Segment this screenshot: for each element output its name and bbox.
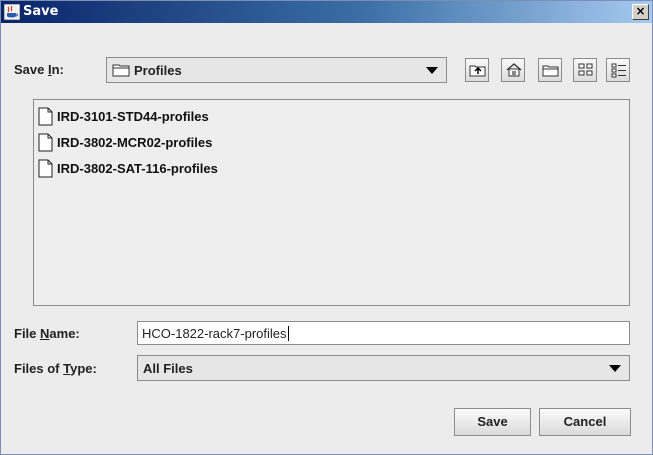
close-button[interactable]: × bbox=[632, 4, 649, 20]
save-button[interactable]: Save bbox=[454, 408, 531, 436]
file-name: IRD-3101-STD44-profiles bbox=[57, 109, 209, 124]
file-type-combo[interactable]: All Files bbox=[137, 355, 630, 381]
file-name-field[interactable]: HCO-1822-rack7-profiles bbox=[137, 321, 630, 345]
details-view-button[interactable] bbox=[606, 58, 630, 82]
text-caret bbox=[287, 326, 289, 341]
list-view-icon bbox=[578, 63, 593, 76]
up-one-level-button[interactable] bbox=[465, 58, 489, 82]
chevron-down-icon bbox=[609, 365, 621, 372]
save-dialog: Save × Save In: Profiles IRD-3101-STD44-… bbox=[0, 0, 653, 455]
file-name: IRD-3802-SAT-116-profiles bbox=[57, 161, 218, 176]
file-name-label: File Name: bbox=[14, 326, 80, 341]
new-folder-button[interactable] bbox=[538, 58, 562, 82]
chevron-down-icon bbox=[426, 67, 438, 74]
file-icon bbox=[38, 133, 53, 152]
details-view-icon bbox=[611, 63, 626, 78]
file-type-label: Files of Type: bbox=[14, 361, 97, 376]
java-cup-icon bbox=[4, 4, 20, 20]
save-in-value: Profiles bbox=[134, 63, 182, 78]
save-in-label: Save In: bbox=[14, 62, 64, 77]
list-item[interactable]: IRD-3101-STD44-profiles bbox=[38, 106, 278, 128]
file-type-value: All Files bbox=[143, 361, 193, 376]
list-view-button[interactable] bbox=[573, 58, 597, 82]
folder-icon bbox=[112, 64, 130, 77]
title-bar[interactable]: Save × bbox=[1, 1, 652, 23]
list-item[interactable]: IRD-3802-MCR02-profiles bbox=[38, 132, 278, 154]
home-button[interactable] bbox=[501, 58, 525, 82]
home-icon bbox=[506, 63, 522, 77]
file-list[interactable]: IRD-3101-STD44-profiles IRD-3802-MCR02-p… bbox=[33, 99, 630, 306]
file-name-value: HCO-1822-rack7-profiles bbox=[142, 326, 287, 341]
close-icon: × bbox=[635, 4, 646, 18]
list-item[interactable]: IRD-3802-SAT-116-profiles bbox=[38, 158, 278, 180]
cancel-button[interactable]: Cancel bbox=[539, 408, 631, 436]
window-title: Save bbox=[23, 4, 59, 19]
file-icon bbox=[38, 107, 53, 126]
file-name: IRD-3802-MCR02-profiles bbox=[57, 135, 213, 150]
save-in-combo[interactable]: Profiles bbox=[106, 57, 447, 83]
file-icon bbox=[38, 159, 53, 178]
new-folder-icon bbox=[542, 65, 559, 77]
up-folder-icon bbox=[469, 65, 486, 77]
